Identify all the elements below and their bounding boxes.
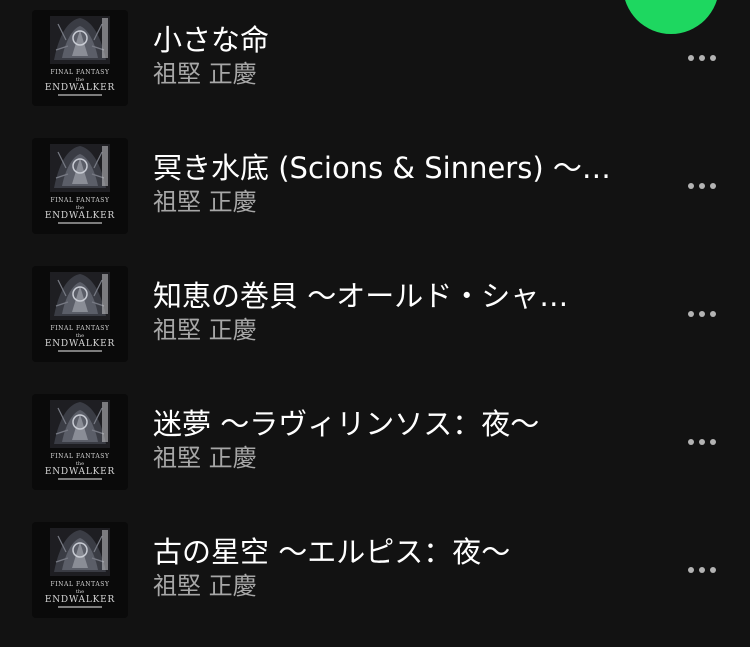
more-horizontal-icon <box>688 183 694 189</box>
cover-logo-line: ENDWALKER <box>45 83 115 93</box>
album-cover: FINAL FANTASY the ENDWALKER <box>32 522 128 618</box>
track-row[interactable]: FINAL FANTASY the ENDWALKER 迷夢 ～ラヴィリンソス：夜～… <box>0 384 750 512</box>
more-options-button[interactable] <box>676 426 728 458</box>
album-cover: FINAL FANTASY the ENDWALKER <box>32 10 128 106</box>
track-artist: 祖堅 正慶 <box>153 444 257 472</box>
track-row[interactable]: FINAL FANTASY the ENDWALKER 知恵の巻貝 ～オールド・シャ… <box>0 256 750 384</box>
more-horizontal-icon <box>688 55 694 61</box>
album-art-image: FINAL FANTASYtheENDWALKER <box>32 394 128 490</box>
cover-logo-line: FINAL FANTASY <box>50 325 110 332</box>
track-artist: 祖堅 正慶 <box>153 188 257 216</box>
album-art-image: FINAL FANTASYtheENDWALKER <box>32 138 128 234</box>
album-art-image: FINAL FANTASYtheENDWALKER <box>32 522 128 618</box>
album-cover: FINAL FANTASY the ENDWALKER <box>32 266 128 362</box>
more-options-button[interactable] <box>676 298 728 330</box>
cover-logo-line: FINAL FANTASY <box>50 197 110 204</box>
more-horizontal-icon <box>688 439 694 445</box>
more-horizontal-icon <box>688 311 694 317</box>
track-title: 小さな命 <box>153 23 270 57</box>
cover-logo-line: FINAL FANTASY <box>50 69 110 76</box>
track-row[interactable]: FINAL FANTASY the ENDWALKER 冥き水底 (Scions &… <box>0 128 750 256</box>
album-art-image: FINAL FANTASYtheENDWALKER <box>32 10 128 106</box>
cover-logo-line: ENDWALKER <box>45 467 115 477</box>
track-artist: 祖堅 正慶 <box>153 60 257 88</box>
track-title: 古の星空 ～エルピス：夜～ <box>153 535 511 569</box>
album-art-image: FINAL FANTASYtheENDWALKER <box>32 266 128 362</box>
more-options-button[interactable] <box>676 42 728 74</box>
track-title: 迷夢 ～ラヴィリンソス：夜～ <box>153 407 540 441</box>
cover-logo-rule <box>58 94 102 96</box>
cover-logo-line: ENDWALKER <box>45 339 115 349</box>
cover-logo-line: FINAL FANTASY <box>50 581 110 588</box>
cover-logo-rule <box>58 606 102 608</box>
more-options-button[interactable] <box>676 554 728 586</box>
cover-logo-rule <box>58 350 102 352</box>
cover-logo-rule <box>58 222 102 224</box>
cover-logo-rule <box>58 478 102 480</box>
more-options-button[interactable] <box>676 170 728 202</box>
track-artist: 祖堅 正慶 <box>153 316 257 344</box>
cover-logo-line: FINAL FANTASY <box>50 453 110 460</box>
album-cover: FINAL FANTASY the ENDWALKER <box>32 394 128 490</box>
track-title: 冥き水底 (Scions & Sinners) ～… <box>153 151 611 185</box>
more-horizontal-icon <box>688 567 694 573</box>
track-row[interactable]: FINAL FANTASY the ENDWALKER 古の星空 ～エルピス：夜～ … <box>0 512 750 640</box>
playlist-page: FINAL FANTASY the ENDWALKER 小さな命 祖堅 正慶 FIN… <box>0 0 750 647</box>
cover-logo-line: ENDWALKER <box>45 211 115 221</box>
track-row[interactable]: FINAL FANTASY the ENDWALKER 小さな命 祖堅 正慶 <box>0 0 750 128</box>
track-artist: 祖堅 正慶 <box>153 572 257 600</box>
album-cover: FINAL FANTASY the ENDWALKER <box>32 138 128 234</box>
track-title: 知恵の巻貝 ～オールド・シャ… <box>153 279 569 313</box>
cover-logo-line: ENDWALKER <box>45 595 115 605</box>
